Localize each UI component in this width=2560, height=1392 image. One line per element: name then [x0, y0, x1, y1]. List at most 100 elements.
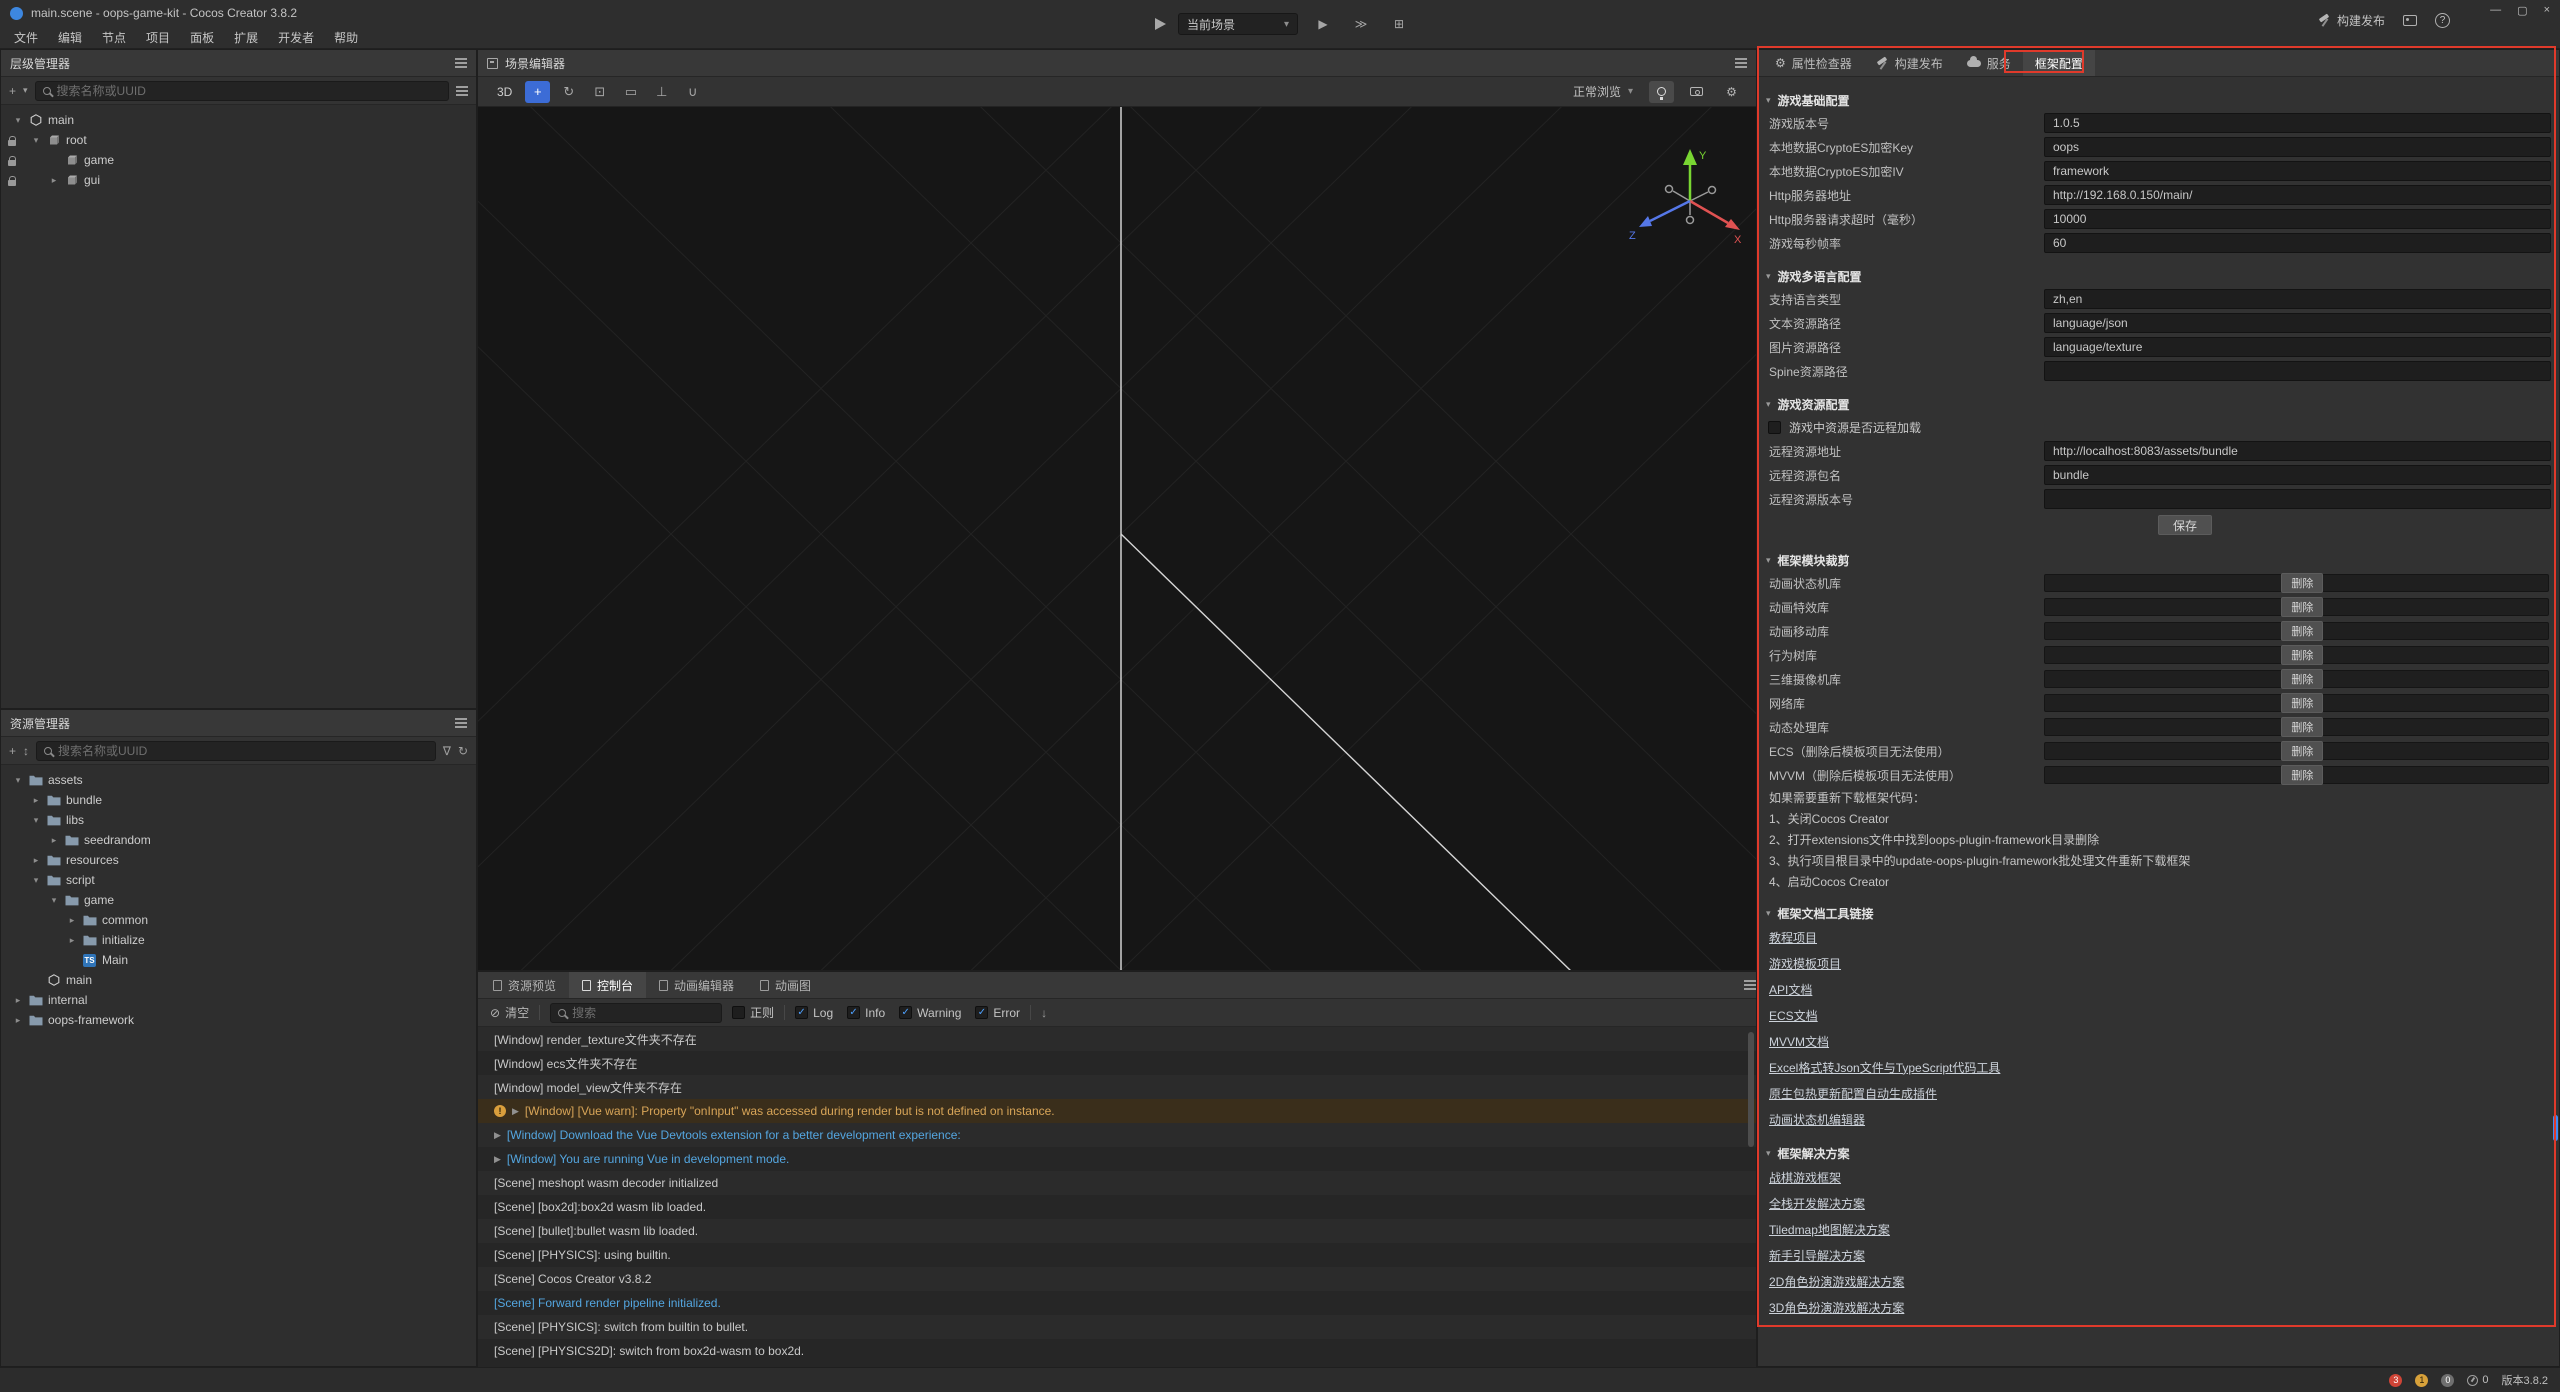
3d-mode-button[interactable]: 3D	[490, 83, 519, 101]
doc-link[interactable]: MVVM文档	[1769, 1033, 1829, 1050]
panel-menu-icon[interactable]	[1744, 980, 1756, 990]
panel-menu-icon[interactable]	[455, 718, 467, 728]
doc-link[interactable]: ECS文档	[1769, 1007, 1818, 1024]
log-level-filter[interactable]: Log	[795, 1006, 833, 1020]
axis-gizmo[interactable]: Y X Z	[1629, 149, 1742, 246]
tab-asset-preview[interactable]: 资源预览	[480, 972, 569, 998]
scene-viewport[interactable]: Y X Z	[478, 107, 1756, 970]
info-counter[interactable]: 0	[2441, 1374, 2454, 1387]
rect-tool-icon[interactable]: ▭	[618, 81, 643, 103]
tab-animation-graph[interactable]: 动画图	[747, 972, 824, 998]
help-icon[interactable]: ?	[2435, 13, 2450, 28]
asset-row[interactable]: TS seedrandom	[1, 830, 476, 850]
log-row[interactable]: ▶ [Window] You are running Vue in develo…	[478, 1147, 1756, 1171]
delete-module-button[interactable]: 删除	[2281, 717, 2323, 737]
tab-build-publish[interactable]: 构建发布	[1864, 50, 1955, 76]
error-counter[interactable]: 3	[2389, 1374, 2402, 1387]
log-row[interactable]: ▶ [Scene] [PHYSICS2D]: switch from box2d…	[478, 1339, 1756, 1363]
property-input[interactable]	[2044, 489, 2551, 509]
log-row[interactable]: ▶ [Scene] [PHYSICS]: using builtin.	[478, 1243, 1756, 1267]
expand-arrow-icon[interactable]	[31, 875, 41, 886]
doc-link[interactable]: 游戏模板项目	[1769, 955, 1841, 972]
expand-arrow-icon[interactable]	[67, 915, 77, 926]
log-row[interactable]: ▶ [Scene] [bullet]:bullet wasm lib loade…	[478, 1219, 1756, 1243]
menu-item[interactable]: 开发者	[268, 29, 324, 46]
lock-icon[interactable]	[8, 160, 16, 166]
section-header[interactable]: ▾ 框架文档工具链接	[1766, 902, 2551, 924]
tab-console[interactable]: 控制台	[569, 972, 646, 998]
asset-row[interactable]: TS game	[1, 890, 476, 910]
refresh-icon[interactable]: ↻	[458, 744, 468, 758]
tree-row[interactable]: game	[1, 150, 476, 170]
console-scrollbar-thumb[interactable]	[1748, 1032, 1754, 1147]
log-row[interactable]: ▶ [Scene] Forward render pipeline initia…	[478, 1291, 1756, 1315]
lock-icon[interactable]	[8, 140, 16, 146]
solution-link[interactable]: 新手引导解决方案	[1769, 1247, 1865, 1264]
filter-checkbox[interactable]	[795, 1006, 808, 1019]
doc-link[interactable]: 动画状态机编辑器	[1769, 1111, 1865, 1128]
snap-tool-icon[interactable]: ∪	[680, 81, 705, 103]
expand-arrow-icon[interactable]	[49, 175, 59, 186]
property-input[interactable]	[2044, 313, 2551, 333]
asset-row[interactable]: TS main	[1, 970, 476, 990]
delete-module-button[interactable]: 删除	[2281, 597, 2323, 617]
layout-grid-icon[interactable]: ⊞	[1386, 13, 1412, 35]
rotate-tool-icon[interactable]: ↻	[556, 81, 581, 103]
regex-checkbox[interactable]	[732, 1006, 745, 1019]
create-node-button[interactable]: +	[9, 84, 16, 98]
log-row[interactable]: ▶ [Window] model_view文件夹不存在	[478, 1075, 1756, 1099]
log-row[interactable]: ▶ [Scene] Cocos Creator v3.8.2	[478, 1267, 1756, 1291]
tab-animation-editor[interactable]: 动画编辑器	[646, 972, 747, 998]
scale-tool-icon[interactable]: ⊡	[587, 81, 612, 103]
export-log-icon[interactable]: ↓	[1041, 1006, 1047, 1020]
asset-row[interactable]: TS resources	[1, 850, 476, 870]
filter-checkbox[interactable]	[899, 1006, 912, 1019]
expand-arrow-icon[interactable]	[13, 775, 23, 786]
log-row[interactable]: ▶ [Scene] [PHYSICS]: switch from builtin…	[478, 1315, 1756, 1339]
play-button[interactable]: ▶	[1310, 13, 1336, 35]
asset-row[interactable]: TS libs	[1, 810, 476, 830]
log-row[interactable]: ▶ [Scene] meshopt wasm decoder initializ…	[478, 1171, 1756, 1195]
assets-search[interactable]	[36, 741, 436, 761]
delete-module-button[interactable]: 删除	[2281, 621, 2323, 641]
console-search-input[interactable]	[572, 1006, 714, 1020]
minimize-button[interactable]: —	[2490, 4, 2501, 17]
inspector-scrollbar-thumb[interactable]	[2553, 1115, 2558, 1141]
lock-icon[interactable]	[8, 180, 16, 186]
log-level-filter[interactable]: Error	[975, 1006, 1020, 1020]
expand-arrow-icon[interactable]	[49, 835, 59, 846]
menu-item[interactable]: 帮助	[324, 29, 368, 46]
asset-row[interactable]: TS internal	[1, 990, 476, 1010]
menu-item[interactable]: 扩展	[224, 29, 268, 46]
preview-image-icon[interactable]	[2403, 15, 2417, 26]
save-button[interactable]: 保存	[2158, 515, 2212, 535]
expand-arrow-icon[interactable]: ▶	[494, 1154, 501, 1165]
create-asset-button[interactable]: +	[9, 744, 16, 758]
regex-filter[interactable]: 正则	[732, 1004, 774, 1021]
property-input[interactable]	[2044, 137, 2551, 157]
delete-module-button[interactable]: 删除	[2281, 645, 2323, 665]
expand-arrow-icon[interactable]	[13, 115, 23, 126]
tree-row[interactable]: gui	[1, 170, 476, 190]
section-header[interactable]: ▾ 框架解决方案	[1766, 1142, 2551, 1164]
lighting-toggle[interactable]	[1649, 81, 1674, 103]
delete-module-button[interactable]: 删除	[2281, 741, 2323, 761]
solution-link[interactable]: Tiledmap地图解决方案	[1769, 1221, 1890, 1238]
expand-arrow-icon[interactable]	[31, 135, 41, 146]
section-header[interactable]: ▾ 框架模块裁剪	[1766, 549, 2551, 571]
build-publish-button[interactable]: 构建发布	[2318, 12, 2385, 29]
panel-menu-icon[interactable]	[455, 58, 467, 68]
hierarchy-search[interactable]	[35, 81, 449, 101]
delete-module-button[interactable]: 删除	[2281, 573, 2323, 593]
create-node-caret-icon[interactable]: ▾	[23, 85, 28, 96]
log-row[interactable]: ▶ [Window] ecs文件夹不存在	[478, 1051, 1756, 1075]
asset-row[interactable]: TS assets	[1, 770, 476, 790]
menu-item[interactable]: 文件	[4, 29, 48, 46]
maximize-button[interactable]: ▢	[2517, 4, 2527, 17]
hierarchy-search-input[interactable]	[57, 84, 441, 98]
delete-module-button[interactable]: 删除	[2281, 693, 2323, 713]
memory-counter[interactable]: 0	[2467, 1374, 2488, 1386]
menu-item[interactable]: 项目	[136, 29, 180, 46]
property-input[interactable]	[2044, 289, 2551, 309]
remote-load-checkbox[interactable]	[1768, 421, 1781, 434]
